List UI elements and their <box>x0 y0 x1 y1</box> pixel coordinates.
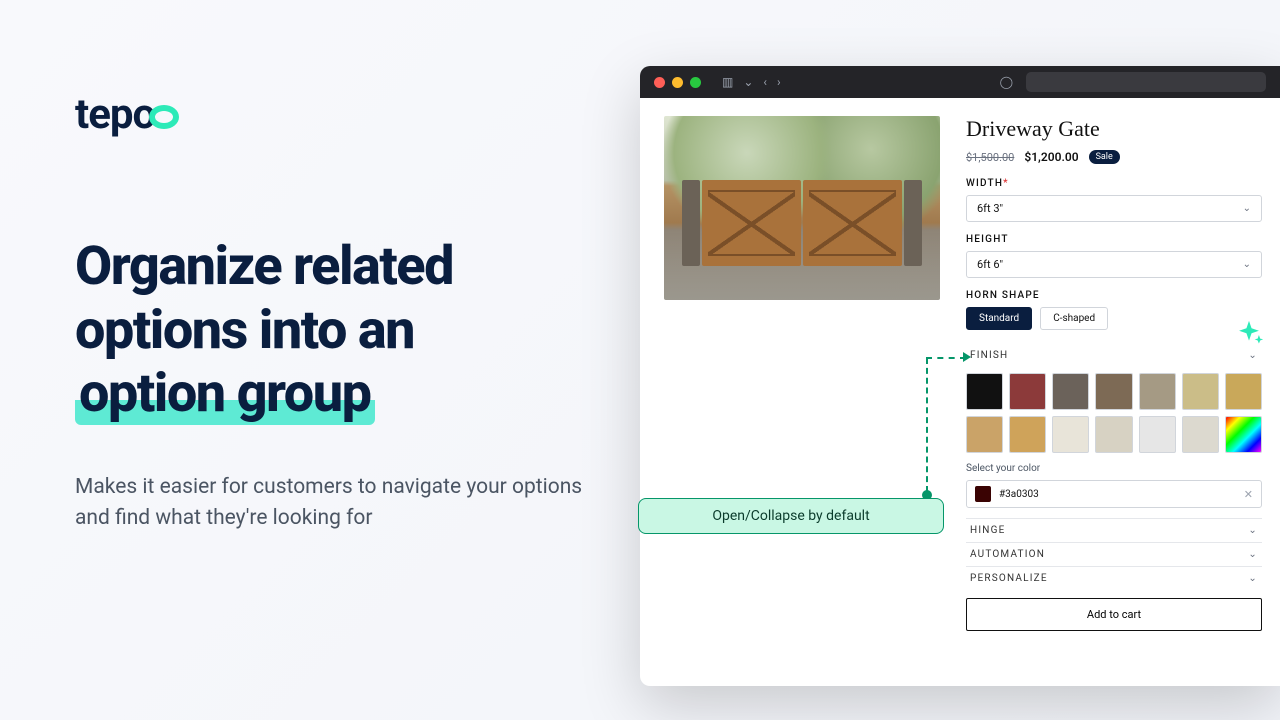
finish-swatch[interactable] <box>1225 416 1262 453</box>
brand-logo: tepo <box>75 90 595 139</box>
product-image <box>664 116 940 300</box>
chevron-down-icon[interactable]: ⌄ <box>743 75 753 89</box>
window-minimize-icon[interactable] <box>672 77 683 88</box>
finish-swatch[interactable] <box>1095 373 1132 410</box>
color-value: #3a0303 <box>999 489 1236 500</box>
chevron-down-icon: ⌄ <box>1248 549 1258 560</box>
height-select[interactable]: 6ft 6" ⌄ <box>966 251 1262 278</box>
finish-swatch[interactable] <box>966 373 1003 410</box>
finish-swatch[interactable] <box>1182 373 1219 410</box>
nav-forward-icon[interactable]: › <box>777 75 781 89</box>
headline-line2: options into an <box>75 299 414 362</box>
height-label: HEIGHT <box>966 234 1262 245</box>
horn-shape-standard[interactable]: Standard <box>966 307 1032 330</box>
callout-arrow <box>926 357 966 359</box>
chevron-down-icon: ⌄ <box>1243 259 1251 270</box>
sparkle-icon <box>1232 318 1266 352</box>
finish-swatch[interactable] <box>1052 416 1089 453</box>
chevron-down-icon: ⌄ <box>1248 573 1258 584</box>
shield-icon[interactable]: ◯ <box>1000 75 1013 89</box>
price-old: $1,500.00 <box>966 151 1014 164</box>
browser-titlebar: ▥ ⌄ ‹ › ◯ <box>640 66 1280 98</box>
price-row: $1,500.00 $1,200.00 Sale <box>966 150 1262 164</box>
browser-window: ▥ ⌄ ‹ › ◯ Driveway Gate $1,500.00 $ <box>640 66 1280 686</box>
horn-shape-options: Standard C-shaped <box>966 307 1262 330</box>
sidebar-icon[interactable]: ▥ <box>722 75 733 89</box>
chevron-down-icon: ⌄ <box>1243 203 1251 214</box>
finish-group-header[interactable]: FINISH ⌄ <box>966 344 1262 367</box>
nav-back-icon[interactable]: ‹ <box>763 75 767 89</box>
arrow-head-icon <box>963 352 971 362</box>
finish-swatch[interactable] <box>1182 416 1219 453</box>
finish-swatch[interactable] <box>1009 416 1046 453</box>
option-group-hinge[interactable]: HINGE⌄ <box>966 518 1262 542</box>
horn-shape-label: HORN SHAPE <box>966 290 1262 301</box>
finish-swatch[interactable] <box>1009 373 1046 410</box>
callout-pill: Open/Collapse by default <box>638 498 944 534</box>
add-to-cart-button[interactable]: Add to cart <box>966 598 1262 631</box>
url-bar[interactable] <box>1026 72 1266 92</box>
color-picker-label: Select your color <box>966 463 1262 474</box>
color-chip <box>975 486 991 502</box>
color-input[interactable]: #3a0303 ✕ <box>966 480 1262 508</box>
finish-swatch[interactable] <box>1052 373 1089 410</box>
subheadline: Makes it easier for customers to navigat… <box>75 472 595 533</box>
finish-swatch[interactable] <box>966 416 1003 453</box>
height-value: 6ft 6" <box>977 258 1003 271</box>
window-close-icon[interactable] <box>654 77 665 88</box>
callout-arrow <box>926 358 928 492</box>
finish-swatch-grid <box>966 373 1262 453</box>
headline-highlight: option group <box>75 362 375 425</box>
finish-swatch[interactable] <box>1139 416 1176 453</box>
headline-line1: Organize related <box>75 235 453 298</box>
width-value: 6ft 3" <box>977 202 1003 215</box>
callout-label: Open/Collapse by default <box>712 508 869 524</box>
chevron-down-icon: ⌄ <box>1248 525 1258 536</box>
finish-swatch[interactable] <box>1225 373 1262 410</box>
width-select[interactable]: 6ft 3" ⌄ <box>966 195 1262 222</box>
price-new: $1,200.00 <box>1024 150 1078 164</box>
option-group-automation[interactable]: AUTOMATION⌄ <box>966 542 1262 566</box>
product-title: Driveway Gate <box>966 116 1262 142</box>
clear-color-icon[interactable]: ✕ <box>1244 488 1253 501</box>
option-group-personalize[interactable]: PERSONALIZE⌄ <box>966 566 1262 590</box>
window-zoom-icon[interactable] <box>690 77 701 88</box>
width-label: WIDTH* <box>966 178 1262 189</box>
finish-swatch[interactable] <box>1139 373 1176 410</box>
sale-badge: Sale <box>1089 150 1120 164</box>
headline: Organize related options into an option … <box>75 235 595 426</box>
finish-swatch[interactable] <box>1095 416 1132 453</box>
horn-shape-cshaped[interactable]: C-shaped <box>1040 307 1108 330</box>
brand-name: tepo <box>75 90 155 139</box>
brand-mark-icon <box>149 105 179 129</box>
